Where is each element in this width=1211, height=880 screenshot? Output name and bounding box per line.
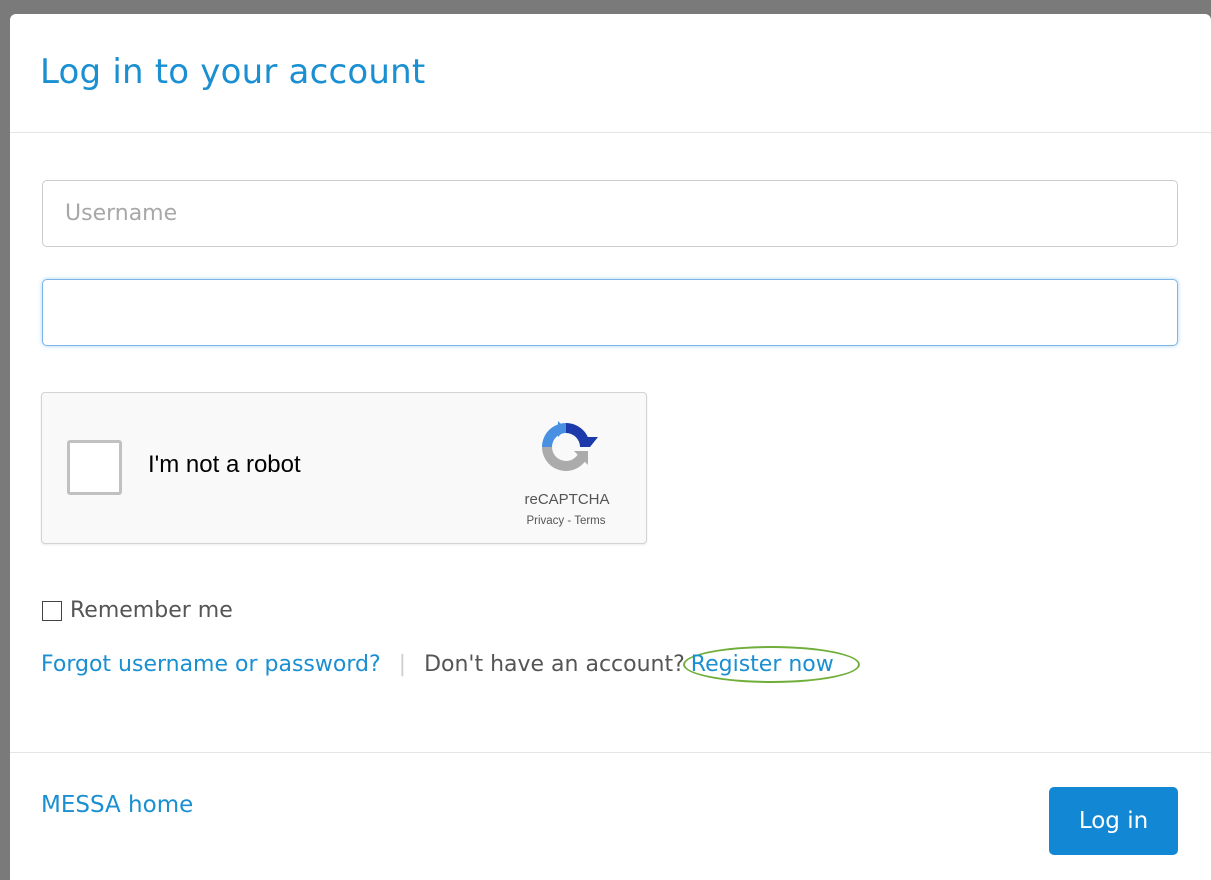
recaptcha-label: I'm not a robot — [148, 451, 301, 478]
modal-header: Log in to your account — [10, 14, 1211, 133]
link-separator: | — [398, 652, 407, 677]
username-input[interactable] — [42, 180, 1178, 247]
remember-me-checkbox[interactable] — [42, 600, 62, 621]
login-modal: Log in to your account I'm not a robot r… — [10, 14, 1211, 880]
login-button[interactable]: Log in — [1049, 787, 1178, 855]
remember-me[interactable]: Remember me — [42, 598, 233, 623]
recaptcha-privacy-terms[interactable]: Privacy - Terms — [506, 515, 626, 527]
password-input[interactable] — [42, 279, 1178, 346]
register-link[interactable]: Register now — [691, 652, 834, 677]
recaptcha-checkbox[interactable] — [67, 440, 122, 495]
remember-me-label: Remember me — [70, 598, 233, 623]
account-links: Forgot username or password? | Don't hav… — [41, 646, 860, 683]
register-highlight-circle: Register now — [682, 646, 860, 683]
forgot-password-link[interactable]: Forgot username or password? — [41, 652, 381, 677]
home-link[interactable]: MESSA home — [41, 792, 193, 818]
recaptcha-widget: I'm not a robot reCAPTCHA Privacy - Term… — [41, 392, 647, 544]
recaptcha-brand: reCAPTCHA — [524, 491, 610, 508]
no-account-text: Don't have an account? — [424, 652, 685, 677]
recaptcha-logo-icon — [542, 421, 598, 471]
modal-footer: MESSA home Log in — [10, 752, 1211, 880]
modal-title: Log in to your account — [40, 52, 426, 92]
